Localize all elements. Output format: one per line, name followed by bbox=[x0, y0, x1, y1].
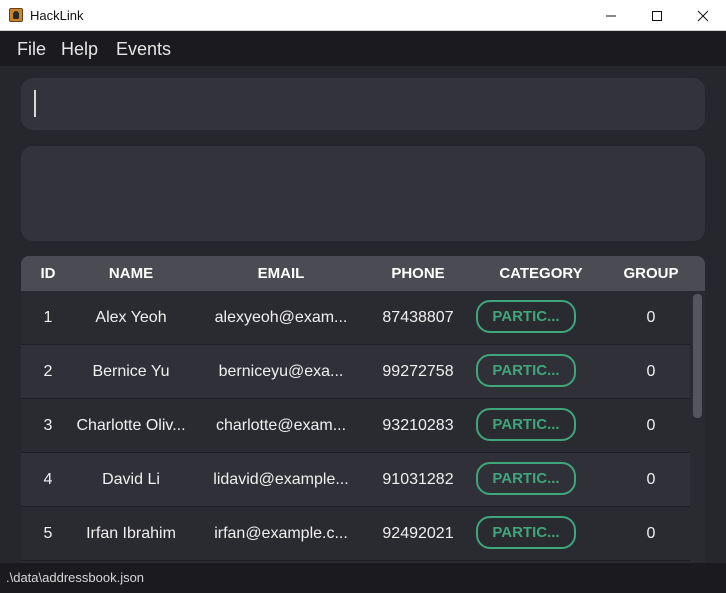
cell-group: 0 bbox=[646, 417, 656, 434]
cell-phone: 87438807 bbox=[382, 309, 454, 326]
command-input[interactable] bbox=[21, 78, 705, 130]
header-category: CATEGORY bbox=[499, 265, 583, 282]
menu-help[interactable]: Help bbox=[61, 39, 98, 60]
cell-phone: 91031282 bbox=[382, 471, 454, 488]
cell-email: lidavid@example... bbox=[213, 471, 349, 488]
cell-email: irfan@example.c... bbox=[214, 525, 348, 542]
close-icon bbox=[697, 10, 709, 21]
table-row[interactable]: 1 Alex Yeoh alexyeoh@exam... 87438807 PA… bbox=[21, 291, 690, 345]
category-badge: PARTIC... bbox=[476, 408, 576, 441]
cell-id: 1 bbox=[43, 309, 53, 326]
menu-events[interactable]: Events bbox=[116, 39, 171, 60]
table-row[interactable]: 5 Irfan Ibrahim irfan@example.c... 92492… bbox=[21, 507, 690, 561]
cell-phone: 92492021 bbox=[382, 525, 454, 542]
close-button[interactable] bbox=[680, 0, 726, 31]
cell-email: alexyeoh@exam... bbox=[214, 309, 348, 326]
category-badge: PARTIC... bbox=[476, 462, 576, 495]
cell-email: charlotte@exam... bbox=[215, 417, 347, 434]
cell-email: berniceyu@exa... bbox=[218, 363, 344, 380]
category-badge: PARTIC... bbox=[476, 300, 576, 333]
file-path-status: .\data\addressbook.json bbox=[6, 570, 145, 585]
cell-group: 0 bbox=[646, 471, 656, 488]
maximize-icon bbox=[652, 10, 662, 21]
cell-name: Alex Yeoh bbox=[95, 309, 167, 326]
table-row[interactable]: 3 Charlotte Oliv... charlotte@exam... 93… bbox=[21, 399, 690, 453]
header-phone: PHONE bbox=[391, 265, 445, 282]
header-name: NAME bbox=[108, 265, 154, 282]
cell-group: 0 bbox=[646, 309, 656, 326]
header-id: ID bbox=[40, 265, 56, 282]
cell-name: Bernice Yu bbox=[92, 363, 170, 380]
header-group: GROUP bbox=[623, 265, 679, 282]
cell-id: 2 bbox=[43, 363, 53, 380]
menu-file[interactable]: File bbox=[17, 39, 46, 60]
minimize-icon bbox=[606, 15, 616, 16]
category-badge: PARTIC... bbox=[476, 354, 576, 387]
cell-id: 5 bbox=[43, 525, 53, 542]
cell-group: 0 bbox=[646, 363, 656, 380]
cell-name: Charlotte Oliv... bbox=[76, 417, 186, 434]
table-row[interactable]: 2 Bernice Yu berniceyu@exa... 99272758 P… bbox=[21, 345, 690, 399]
menu-bar: File Help Events bbox=[0, 31, 726, 66]
cell-id: 4 bbox=[43, 471, 53, 488]
person-list-table: ID NAME EMAIL PHONE CATEGORY GROUP 1 Ale… bbox=[21, 256, 705, 563]
minimize-button[interactable] bbox=[588, 0, 634, 31]
result-display bbox=[21, 146, 705, 241]
window-title: HackLink bbox=[30, 8, 84, 23]
cell-name: David Li bbox=[102, 471, 160, 488]
app-icon bbox=[9, 8, 23, 22]
cell-group: 0 bbox=[646, 525, 656, 542]
maximize-button[interactable] bbox=[634, 0, 680, 31]
category-badge: PARTIC... bbox=[476, 516, 576, 549]
cell-phone: 99272758 bbox=[382, 363, 454, 380]
scrollbar-thumb[interactable] bbox=[693, 294, 702, 418]
cell-id: 3 bbox=[43, 417, 53, 434]
cell-name: Irfan Ibrahim bbox=[86, 525, 176, 542]
cell-phone: 93210283 bbox=[382, 417, 454, 434]
table-row[interactable]: 4 David Li lidavid@example... 91031282 P… bbox=[21, 453, 690, 507]
title-bar: HackLink bbox=[0, 0, 726, 31]
status-bar: .\data\addressbook.json bbox=[0, 563, 726, 593]
header-email: EMAIL bbox=[257, 265, 305, 282]
table-header: ID NAME EMAIL PHONE CATEGORY GROUP bbox=[21, 256, 705, 291]
text-caret bbox=[34, 90, 36, 117]
